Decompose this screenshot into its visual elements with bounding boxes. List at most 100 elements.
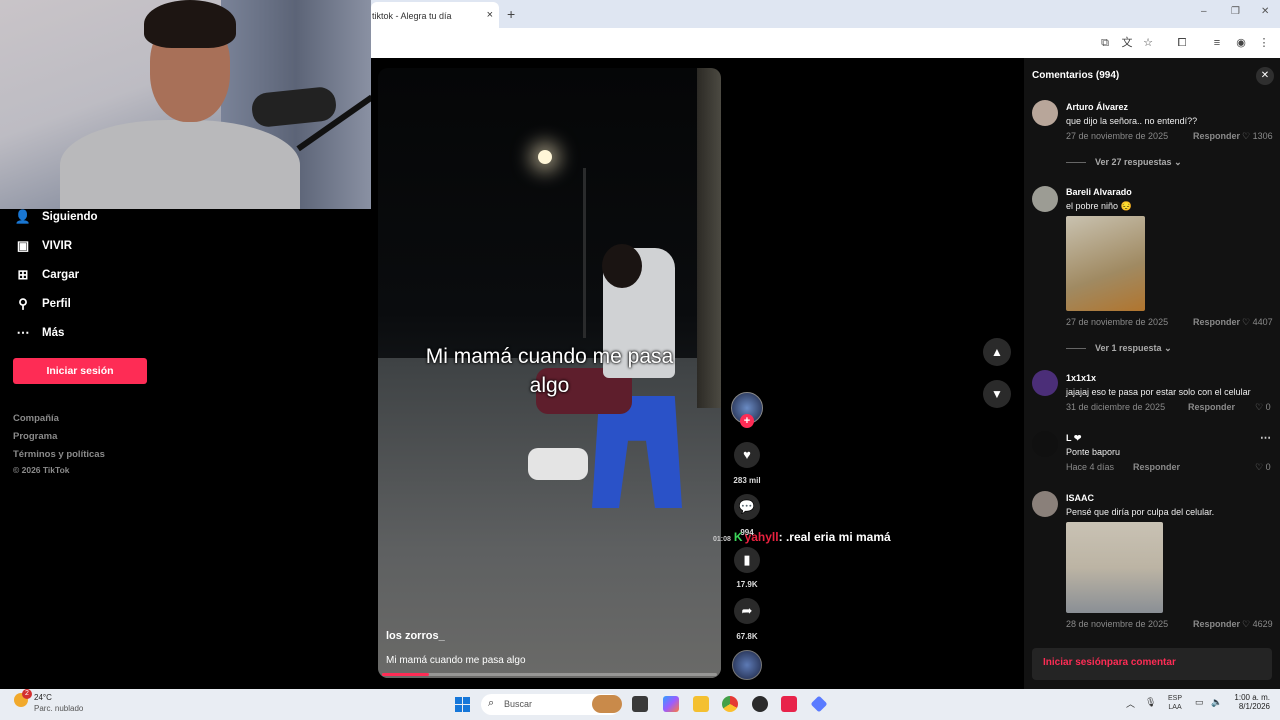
copilot-icon[interactable] — [663, 696, 679, 712]
comment-author[interactable]: ISAAC — [1066, 493, 1094, 503]
view-replies-button[interactable]: Ver 1 respuesta ⌄ — [1066, 343, 1172, 354]
reply-button[interactable]: Responder — [1133, 462, 1180, 472]
widget-icon[interactable] — [592, 695, 622, 713]
browser-tab[interactable]: tiktok - Alegra tu día × — [371, 2, 499, 28]
comment-text: el pobre niño 😔 — [1066, 201, 1132, 211]
sidebar-item-upload[interactable]: ⊞ Cargar — [14, 264, 80, 286]
reply-button[interactable]: Responder — [1193, 131, 1240, 141]
video-scene-streetlight — [538, 150, 552, 164]
volume-icon[interactable]: 🔈 — [1211, 697, 1222, 708]
sound-avatar[interactable] — [732, 650, 762, 680]
next-video-chevron-down-icon[interactable]: ▼ — [983, 380, 1011, 408]
follow-plus-icon[interactable]: + — [740, 414, 754, 428]
login-button[interactable]: Iniciar sesión — [13, 358, 147, 384]
minimize-button[interactable]: ‒ — [1201, 6, 1207, 17]
search-placeholder: Buscar — [504, 699, 533, 709]
comment-like[interactable]: ♡ 1306 — [1242, 131, 1273, 142]
menu-icon[interactable]: ⋮ — [1257, 36, 1271, 50]
cast-icon[interactable]: ⧉ — [1098, 36, 1112, 50]
login-to-comment-link[interactable]: Iniciar sesiónpara comentar — [1032, 648, 1272, 680]
video-progress-bar[interactable] — [382, 673, 717, 676]
comment-like[interactable]: ♡ 0 — [1255, 402, 1271, 413]
like-icon[interactable]: ♥ — [734, 442, 760, 468]
language-indicator[interactable]: ESP LAA — [1168, 694, 1182, 712]
extensions-icon[interactable]: ⧠ — [1175, 36, 1189, 50]
task-view-icon[interactable] — [632, 696, 648, 712]
display-icon[interactable]: ▭ — [1195, 697, 1204, 708]
start-windows-icon[interactable] — [455, 697, 470, 712]
tab-close-icon[interactable]: × — [487, 9, 493, 21]
reply-button[interactable]: Responder — [1193, 317, 1240, 327]
avatar[interactable] — [1032, 100, 1058, 126]
caption-line: algo — [529, 374, 570, 397]
comment-like[interactable]: ♡ 4407 — [1242, 317, 1273, 328]
microphone-icon[interactable]: 🎙 — [1145, 697, 1156, 708]
sidebar-item-profile[interactable]: ⚲ Perfil — [14, 293, 71, 315]
sidebar-item-following[interactable]: 👤 Siguiendo — [14, 206, 98, 228]
chat-text: : .real eria mi mamá — [778, 530, 891, 544]
avatar[interactable] — [1032, 370, 1058, 396]
comment-author[interactable]: Bareli Alvarado — [1066, 187, 1132, 197]
chevron-up-icon[interactable]: ︿ — [1126, 697, 1135, 710]
footer-link-company[interactable]: Compañía — [13, 413, 59, 424]
comment-icon[interactable]: 💬 — [734, 494, 760, 520]
following-icon: 👤 — [14, 209, 32, 224]
close-icon[interactable]: ✕ — [1256, 67, 1274, 85]
comment-image[interactable] — [1066, 522, 1163, 613]
view-replies-button[interactable]: Ver 27 respuestas ⌄ — [1066, 157, 1182, 168]
more-options-icon[interactable]: ⋯ — [1260, 431, 1271, 444]
reading-list-icon[interactable]: ≡ — [1210, 36, 1224, 50]
comment-like[interactable]: ♡ 0 — [1255, 462, 1271, 473]
like-count: 0 — [1265, 402, 1271, 412]
maximize-button[interactable]: ❐ — [1231, 6, 1240, 17]
like-count: 1306 — [1252, 131, 1273, 141]
video-scene-boy-head — [602, 244, 642, 288]
translate-icon[interactable]: 文 — [1120, 36, 1134, 50]
bookmark-star-icon[interactable]: ☆ — [1141, 36, 1155, 50]
new-tab-button[interactable]: + — [507, 6, 515, 22]
avatar[interactable] — [1032, 431, 1058, 457]
clock-time: 1:00 a. m. — [1234, 693, 1270, 702]
reply-button[interactable]: Responder — [1188, 402, 1235, 412]
sidebar-item-label: Más — [42, 327, 65, 339]
sidebar-item-more[interactable]: ⋯ Más — [14, 322, 65, 344]
replies-label: Ver 27 respuestas — [1095, 157, 1172, 167]
chevron-down-icon: ⌄ — [1164, 343, 1172, 353]
bookmark-icon[interactable]: ▮ — [734, 547, 760, 573]
previous-video-chevron-up-icon[interactable]: ▲ — [983, 338, 1011, 366]
language-code: ESP — [1168, 695, 1183, 702]
avatar[interactable] — [1032, 491, 1058, 517]
comment-author[interactable]: L ❤ — [1066, 433, 1081, 444]
reply-button[interactable]: Responder — [1193, 619, 1240, 629]
browser-tab-bar: tiktok - Alegra tu día × + ‒ ❐ ✕ — [371, 0, 1280, 28]
footer-link-program[interactable]: Programa — [13, 431, 57, 442]
video-player[interactable]: Mi mamá cuando me pasa algo los zorros_ … — [378, 68, 721, 678]
obs-icon[interactable] — [752, 696, 768, 712]
heart-icon: ♡ — [1242, 131, 1253, 141]
caption-line: Mi mamá cuando me pasa — [425, 345, 674, 368]
sidebar-item-live[interactable]: ▣ VIVIR — [14, 235, 72, 257]
copyright: © 2026 TikTok — [13, 465, 70, 475]
profile-icon[interactable]: ◉ — [1234, 36, 1248, 50]
comment-like[interactable]: ♡ 4629 — [1242, 619, 1273, 630]
footer-link-terms[interactable]: Términos y políticas — [13, 449, 105, 460]
stream-chat-message: 01:08 Kyahyll: .real eria mi mamá — [713, 530, 891, 544]
avatar[interactable] — [1032, 186, 1058, 212]
live-icon: ▣ — [16, 238, 30, 253]
chrome-icon[interactable] — [722, 696, 738, 712]
weather-text: Parc. nublado — [34, 704, 84, 713]
file-explorer-icon[interactable] — [693, 696, 709, 712]
system-clock[interactable]: 1:00 a. m. 8/1/2026 — [1226, 693, 1270, 711]
close-window-button[interactable]: ✕ — [1261, 6, 1269, 17]
profile-icon: ⚲ — [18, 296, 28, 311]
like-count: 0 — [1265, 462, 1271, 472]
app-icon[interactable] — [810, 695, 828, 713]
save-count: 17.9K — [736, 580, 758, 589]
share-icon[interactable]: ➦ — [734, 598, 760, 624]
capcut-icon[interactable] — [781, 696, 797, 712]
comment-author[interactable]: Arturo Álvarez — [1066, 102, 1128, 112]
comment-image[interactable] — [1066, 216, 1145, 311]
video-author[interactable]: los zorros_ — [386, 630, 445, 642]
comment-author[interactable]: 1x1x1x — [1066, 373, 1096, 383]
heart-icon: ♡ — [1242, 619, 1253, 629]
